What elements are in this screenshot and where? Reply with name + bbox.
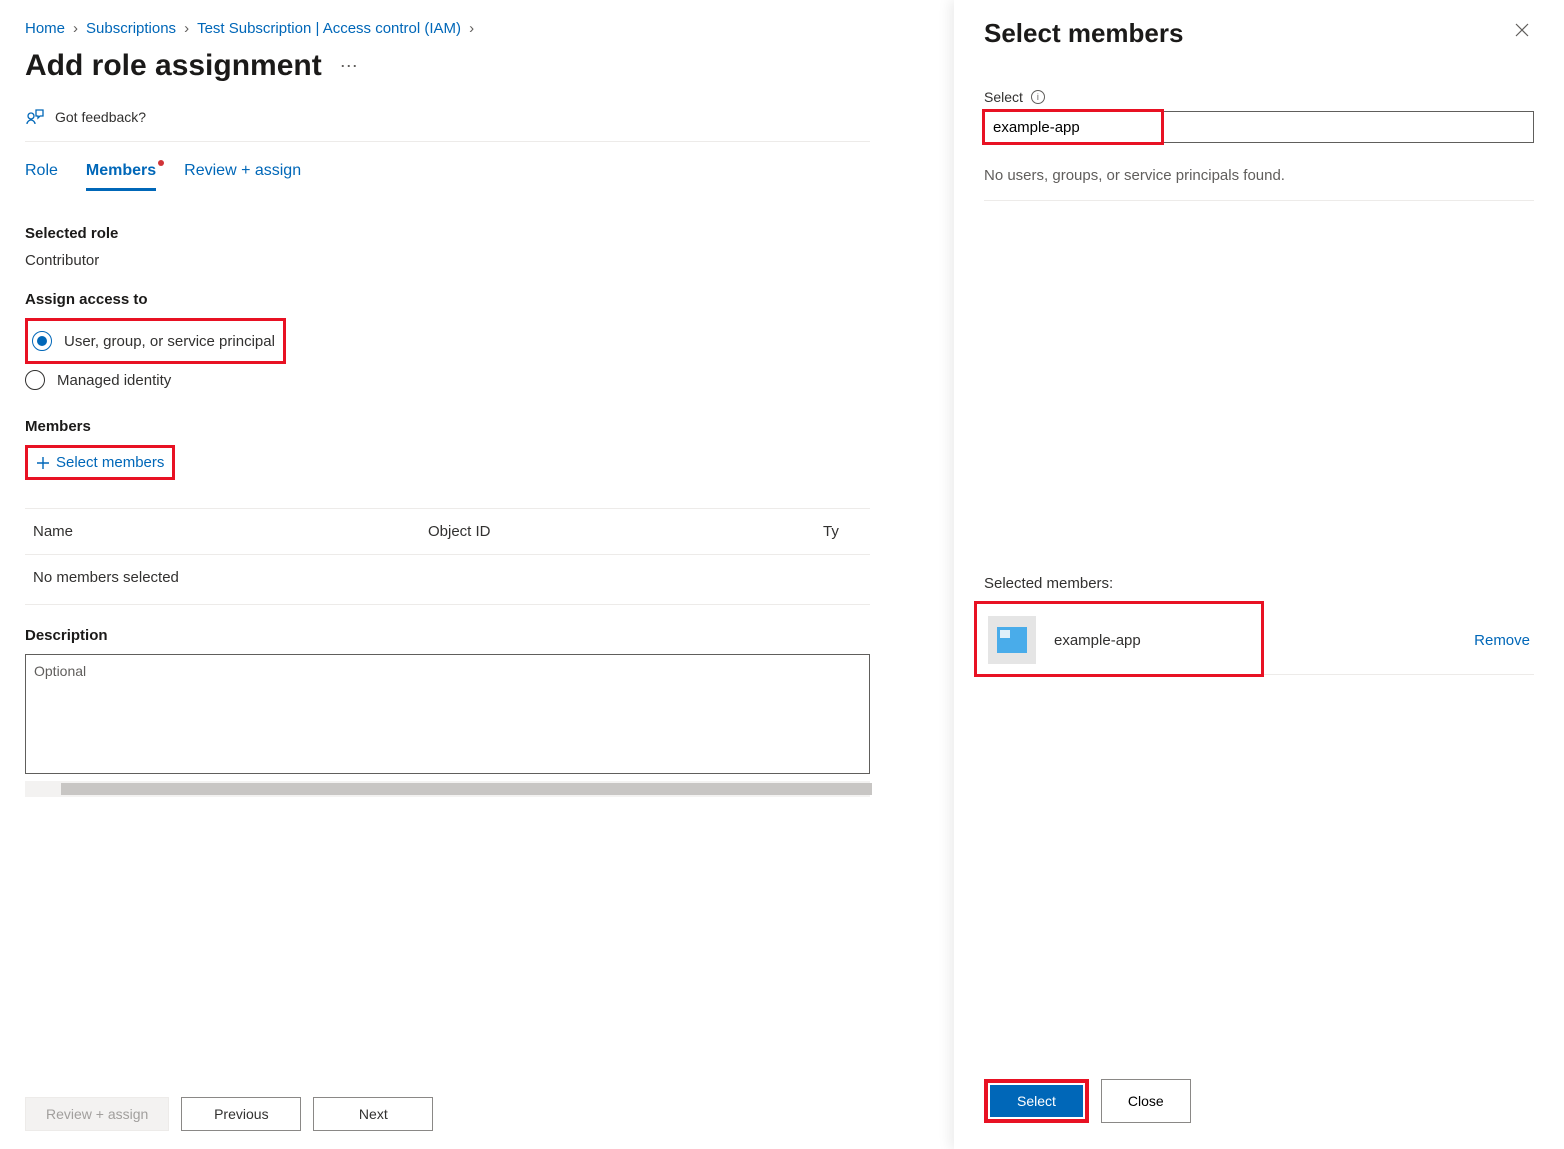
breadcrumb-subscriptions[interactable]: Subscriptions xyxy=(86,20,176,37)
select-members-panel: Select members Select i No users, groups… xyxy=(954,0,1564,1149)
radio-unchecked-icon xyxy=(25,370,45,390)
feedback-icon xyxy=(25,107,45,127)
selected-role-heading: Selected role xyxy=(25,225,870,242)
highlight-user-group-radio: User, group, or service principal xyxy=(25,318,286,364)
review-assign-button: Review + assign xyxy=(25,1097,169,1131)
radio-user-group[interactable]: User, group, or service principal xyxy=(32,325,275,357)
assign-access-heading: Assign access to xyxy=(25,291,870,308)
members-table-header: Name Object ID Ty xyxy=(25,508,870,555)
tab-review[interactable]: Review + assign xyxy=(184,162,301,191)
close-icon[interactable] xyxy=(1510,18,1534,47)
member-search-input[interactable] xyxy=(984,111,1534,143)
footer-bar: Review + assign Previous Next xyxy=(0,1079,895,1149)
breadcrumb: Home › Subscriptions › Test Subscription… xyxy=(25,20,870,37)
remove-member-link[interactable]: Remove xyxy=(1474,632,1530,649)
radio-checked-icon xyxy=(32,331,52,351)
app-icon xyxy=(988,616,1036,664)
page-title: Add role assignment xyxy=(25,49,322,83)
feedback-link[interactable]: Got feedback? xyxy=(25,107,870,142)
close-button[interactable]: Close xyxy=(1101,1079,1191,1123)
previous-button[interactable]: Previous xyxy=(181,1097,301,1131)
select-label: Select xyxy=(984,89,1023,105)
next-button[interactable]: Next xyxy=(313,1097,433,1131)
selected-role-value: Contributor xyxy=(25,252,870,269)
tabs: Role Members Review + assign xyxy=(25,162,870,191)
radio-managed-label: Managed identity xyxy=(57,372,171,389)
members-table-empty: No members selected xyxy=(25,555,870,605)
selected-member-name: example-app xyxy=(1054,632,1456,649)
selected-members-heading: Selected members: xyxy=(984,575,1534,592)
chevron-right-icon: › xyxy=(469,20,474,37)
no-results-text: No users, groups, or service principals … xyxy=(984,167,1534,201)
feedback-label: Got feedback? xyxy=(55,109,146,125)
members-heading: Members xyxy=(25,418,870,435)
chevron-right-icon: › xyxy=(184,20,189,37)
highlight-select-button: Select xyxy=(984,1079,1089,1123)
select-members-label: Select members xyxy=(56,454,164,471)
breadcrumb-home[interactable]: Home xyxy=(25,20,65,37)
plus-icon xyxy=(36,456,50,470)
info-icon[interactable]: i xyxy=(1031,90,1045,104)
tab-members-label: Members xyxy=(86,162,156,179)
panel-title: Select members xyxy=(984,18,1183,49)
required-dot-icon xyxy=(158,160,164,166)
tab-role[interactable]: Role xyxy=(25,162,58,191)
highlight-select-members: Select members xyxy=(25,445,175,480)
selected-member-row: example-app Remove xyxy=(984,606,1534,675)
th-object-id: Object ID xyxy=(428,523,823,540)
select-button[interactable]: Select xyxy=(990,1085,1083,1117)
more-icon[interactable]: ⋯ xyxy=(340,56,358,77)
th-type: Ty xyxy=(823,523,862,540)
description-heading: Description xyxy=(25,627,870,644)
breadcrumb-access-control[interactable]: Test Subscription | Access control (IAM) xyxy=(197,20,461,37)
description-input[interactable] xyxy=(25,654,870,774)
radio-managed-identity[interactable]: Managed identity xyxy=(25,364,870,396)
horizontal-scrollbar[interactable] xyxy=(25,781,870,797)
tab-members[interactable]: Members xyxy=(86,162,156,191)
select-members-link[interactable]: Select members xyxy=(36,454,164,471)
radio-user-group-label: User, group, or service principal xyxy=(64,333,275,350)
th-name: Name xyxy=(33,523,428,540)
chevron-right-icon: › xyxy=(73,20,78,37)
